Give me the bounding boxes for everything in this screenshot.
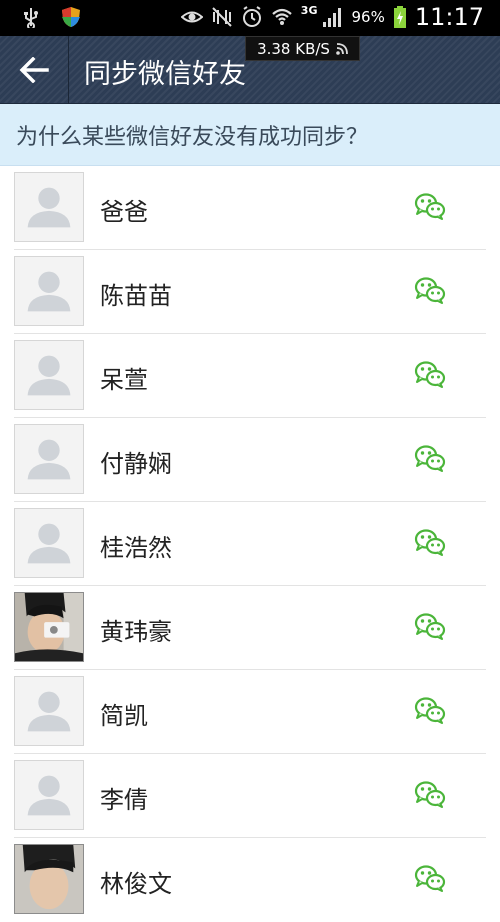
photo-avatar (14, 844, 84, 914)
friend-row[interactable]: 付静娴 (0, 418, 500, 502)
network-speed-text: 3.38 KB/S (257, 39, 330, 58)
shield-app-icon (62, 7, 80, 27)
friend-name: 付静娴 (100, 450, 172, 478)
friend-name: 黄玮豪 (100, 618, 172, 646)
sync-help-banner[interactable]: 为什么某些微信好友没有成功同步？ (0, 104, 500, 166)
default-avatar-icon (14, 256, 84, 326)
wechat-icon (414, 529, 446, 556)
default-avatar-icon (14, 340, 84, 410)
default-avatar-icon (14, 508, 84, 578)
wifi-icon (272, 8, 292, 25)
friend-name: 李倩 (100, 786, 148, 814)
default-avatar-icon (14, 760, 84, 830)
wechat-icon (414, 865, 446, 892)
wechat-icon (414, 277, 446, 304)
wechat-icon (414, 697, 446, 724)
default-avatar-icon (14, 172, 84, 242)
photo-avatar (14, 592, 84, 662)
network-type-label: 3G (300, 3, 318, 17)
back-button[interactable] (0, 36, 68, 104)
eye-icon (180, 11, 203, 23)
wechat-icon (414, 193, 446, 220)
friend-row[interactable]: 陈苗苗 (0, 250, 500, 334)
friend-row[interactable]: 简凯 (0, 670, 500, 754)
battery-percent: 96% (351, 8, 385, 26)
default-avatar-icon (14, 424, 84, 494)
usb-icon (24, 8, 38, 28)
nfc-mute-icon (212, 7, 232, 27)
signal-icon (323, 8, 342, 27)
wechat-icon (414, 445, 446, 472)
status-bar: 3G 96% 11:17 (0, 0, 500, 36)
friend-list: 爸爸 陈苗苗 呆萱 付静娴 桂浩然 黄玮豪 简凯 李倩 林俊文 (0, 166, 500, 922)
friend-name: 桂浩然 (100, 534, 172, 562)
friend-row[interactable]: 黄玮豪 (0, 586, 500, 670)
default-avatar-icon (14, 676, 84, 746)
wechat-icon (414, 613, 446, 640)
friend-name: 爸爸 (100, 198, 148, 226)
rss-icon (336, 42, 348, 55)
page-title: 同步微信好友 (84, 59, 246, 90)
alarm-icon (242, 6, 261, 27)
friend-row[interactable]: 林俊文 (0, 838, 500, 922)
network-speed-indicator: 3.38 KB/S (245, 36, 360, 61)
friend-row[interactable]: 李倩 (0, 754, 500, 838)
friend-name: 陈苗苗 (100, 282, 172, 310)
back-arrow-icon (19, 57, 49, 83)
wechat-icon (414, 781, 446, 808)
friend-row[interactable]: 呆萱 (0, 334, 500, 418)
friend-name: 呆萱 (100, 366, 148, 394)
friend-name: 林俊文 (100, 870, 172, 898)
friend-row[interactable]: 爸爸 (0, 166, 500, 250)
battery-charging-icon (393, 6, 406, 28)
sync-help-link[interactable]: 为什么某些微信好友没有成功同步？ (16, 119, 368, 151)
clock: 11:17 (414, 3, 484, 31)
action-bar-divider (68, 36, 69, 104)
friend-row[interactable]: 桂浩然 (0, 502, 500, 586)
wechat-icon (414, 361, 446, 388)
friend-name: 简凯 (100, 702, 148, 730)
